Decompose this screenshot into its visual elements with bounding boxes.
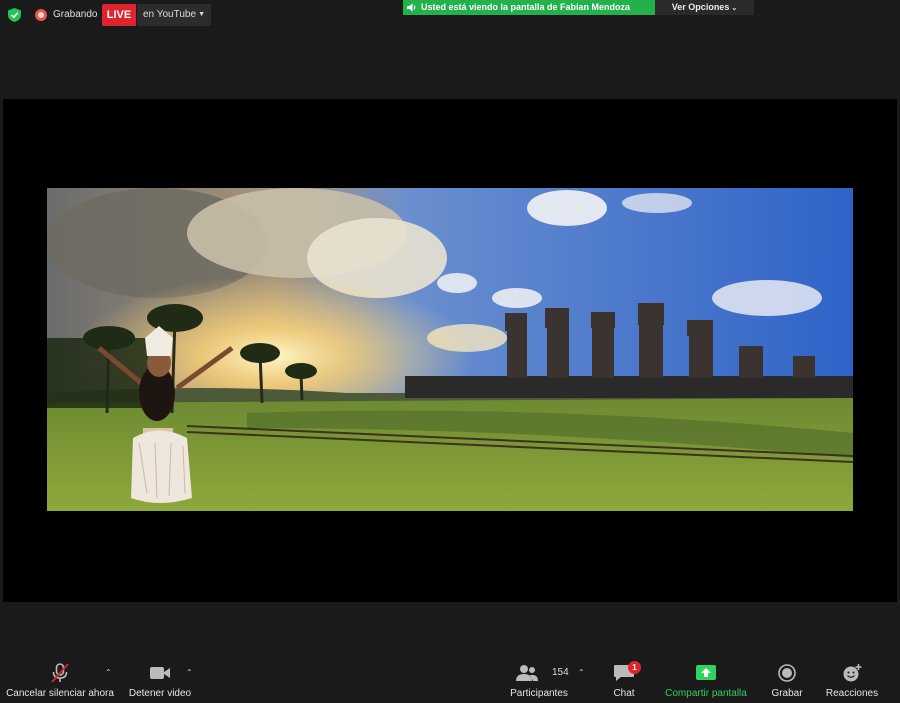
- participants-options-caret-icon[interactable]: ⌃: [578, 668, 585, 677]
- stop-video-label: Detener video: [128, 688, 192, 699]
- shared-screen: [3, 99, 897, 602]
- shared-slide-image: [47, 188, 853, 511]
- screen-share-banner: Usted está viendo la pantalla de Fabian …: [403, 0, 655, 15]
- unmute-label: Cancelar silenciar ahora: [6, 688, 114, 699]
- live-target-dropdown[interactable]: en YouTube ▼: [137, 4, 211, 26]
- reactions-label: Reacciones: [825, 688, 879, 699]
- record-label: Grabar: [771, 688, 803, 699]
- top-bar: Grabando LIVE en YouTube ▼ Usted está vi…: [0, 0, 900, 30]
- share-screen-label: Compartir pantalla: [665, 688, 747, 699]
- caret-down-icon: ▼: [198, 11, 205, 18]
- record-dot-icon[interactable]: [35, 9, 47, 21]
- live-target-label: en YouTube: [143, 9, 197, 20]
- chevron-down-icon: ⌄: [731, 5, 738, 12]
- shield-check-icon[interactable]: [8, 8, 21, 22]
- record-circle-icon: [778, 664, 796, 682]
- share-screen-up-arrow-icon: [696, 665, 716, 680]
- video-options-caret-icon[interactable]: ⌃: [186, 668, 193, 677]
- smiley-plus-icon: [843, 664, 862, 682]
- live-badge[interactable]: LIVE: [102, 4, 136, 26]
- reactions-button[interactable]: Reacciones: [822, 650, 882, 703]
- share-screen-button[interactable]: Compartir pantalla: [660, 650, 752, 703]
- chat-unread-badge: 1: [628, 661, 641, 674]
- view-options-button[interactable]: Ver Opciones ⌄: [655, 0, 754, 15]
- record-button[interactable]: Grabar: [764, 650, 810, 703]
- view-options-label: Ver Opciones: [671, 2, 730, 12]
- unmute-button[interactable]: Cancelar silenciar ahora: [0, 650, 120, 703]
- recording-label[interactable]: Grabando: [53, 9, 97, 20]
- mic-muted-icon: [51, 663, 69, 683]
- people-icon: [516, 665, 538, 681]
- chat-label: Chat: [613, 688, 635, 699]
- audio-options-caret-icon[interactable]: ⌃: [105, 668, 112, 677]
- meeting-toolbar: Cancelar silenciar ahora ⌃ Detener video…: [0, 650, 900, 703]
- chat-button[interactable]: 1 Chat: [600, 650, 648, 703]
- participants-label: Participantes: [510, 688, 568, 699]
- participants-count: 154: [552, 667, 569, 678]
- participants-button[interactable]: 154 Participantes: [504, 650, 574, 703]
- video-camera-icon: [150, 667, 170, 679]
- easter-island-photo: [47, 188, 853, 511]
- speaker-icon: [407, 3, 416, 12]
- share-banner-text: Usted está viendo la pantalla de Fabian …: [421, 2, 631, 12]
